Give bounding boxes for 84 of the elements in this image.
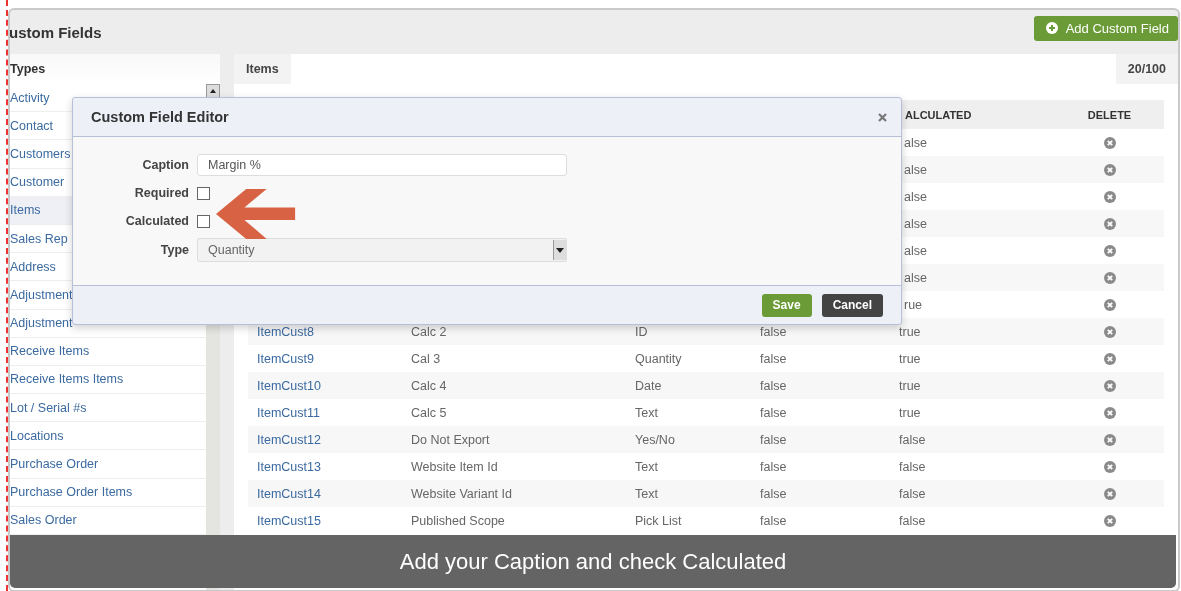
column-header: DELETE [1086,107,1133,123]
table-cell-text: false [898,458,927,476]
table-cell-text: ID [634,323,649,341]
table-cell-text: false [898,485,927,503]
page-title: ustom Fields [10,23,102,41]
table-cell-text: false [759,512,788,530]
table-cell-text: true [898,404,922,422]
delete-icon[interactable] [1103,244,1116,257]
delete-icon[interactable] [1103,298,1116,311]
field-name-link[interactable]: ItemCust15 [248,507,402,534]
delete-icon[interactable] [1103,217,1116,230]
column-header: ALCULATED [904,107,973,123]
field-name-link[interactable]: ItemCust10 [248,372,402,399]
delete-icon[interactable] [1103,190,1116,203]
checkbox[interactable] [197,214,210,228]
delete-icon[interactable] [1103,433,1116,446]
table-cell-text: Published Scope [410,512,506,530]
dialog-title: Custom Field Editor [91,109,229,125]
delete-icon[interactable] [1103,379,1116,392]
table-cell-text: Calc 4 [410,377,448,395]
save-button[interactable]: Save [761,293,812,317]
table-cell-text: false [759,404,788,422]
table-cell-text: true [898,350,922,368]
table-cell-text: rue [903,296,924,314]
delete-icon[interactable] [1103,271,1116,284]
close-icon[interactable] [878,112,887,122]
table-cell-text: Quantity [634,350,683,368]
plus-icon [1045,22,1058,34]
checkbox[interactable] [197,186,210,200]
table-cell-text: true [898,377,922,395]
delete-icon[interactable] [1103,136,1116,149]
delete-icon[interactable] [1103,325,1116,338]
table-cell-text: Text [634,458,659,476]
table-cell-text: Website Variant Id [410,485,513,503]
table-cell-text: alse [903,269,928,287]
field-label: Calculated [124,214,189,228]
table-cell-text: Date [634,377,663,395]
field-name-link[interactable]: ItemCust13 [248,453,402,480]
field-label: Caption [141,158,189,172]
cancel-button[interactable]: Cancel [821,293,883,317]
table-cell-text: false [759,377,788,395]
delete-icon[interactable] [1103,514,1116,527]
table-cell-text: alse [903,242,928,260]
table-cell-text: Yes/No [634,431,676,449]
table-cell-text: Website Item Id [410,458,499,476]
table-cell-text: false [759,431,788,449]
delete-icon[interactable] [1103,487,1116,500]
field-name-link[interactable]: ItemCust9 [248,345,402,372]
table-cell-text: alse [903,134,928,152]
delete-icon[interactable] [1103,406,1116,419]
table-cell-text: true [898,323,922,341]
table-cell-text: false [759,458,788,476]
table-cell-text: false [759,485,788,503]
table-cell-text: Text [634,404,659,422]
table-cell-text: Cal 3 [410,350,442,368]
delete-icon[interactable] [1103,163,1116,176]
type-dropdown[interactable]: Quantity [197,238,567,262]
table-cell-text: Text [634,485,659,503]
table-cell-text: alse [903,161,928,179]
table-cell-text: false [759,323,788,341]
arrow-icon [216,189,296,239]
table-cell-text: Calc 5 [410,404,448,422]
field-label: Type [159,243,189,257]
field-count: 20/100 [1115,54,1178,84]
table-cell-text: alse [903,188,928,206]
scroll-up-icon[interactable] [206,84,220,98]
caption-input[interactable]: Margin % [197,154,567,176]
field-name-link[interactable]: ItemCust14 [248,480,402,507]
table-cell-text: Calc 2 [410,323,448,341]
add-custom-field-button[interactable]: Add Custom Field [1033,15,1178,41]
table-cell-text: false [898,512,927,530]
field-name-link[interactable]: ItemCust12 [248,426,402,453]
table-cell-text: Pick List [634,512,683,530]
caret-icon[interactable] [556,247,564,253]
delete-icon[interactable] [1103,460,1116,473]
table-cell-text: false [759,350,788,368]
field-label: Required [133,186,189,200]
table-cell-text: false [898,431,927,449]
caption-bar: Add your Caption and check Calculated [10,535,1176,588]
table-cell-text: Do Not Export [410,431,491,449]
table-cell-text: alse [903,215,928,233]
items-tab[interactable]: Items [234,54,291,84]
field-name-link[interactable]: ItemCust11 [248,399,402,426]
delete-icon[interactable] [1103,352,1116,365]
